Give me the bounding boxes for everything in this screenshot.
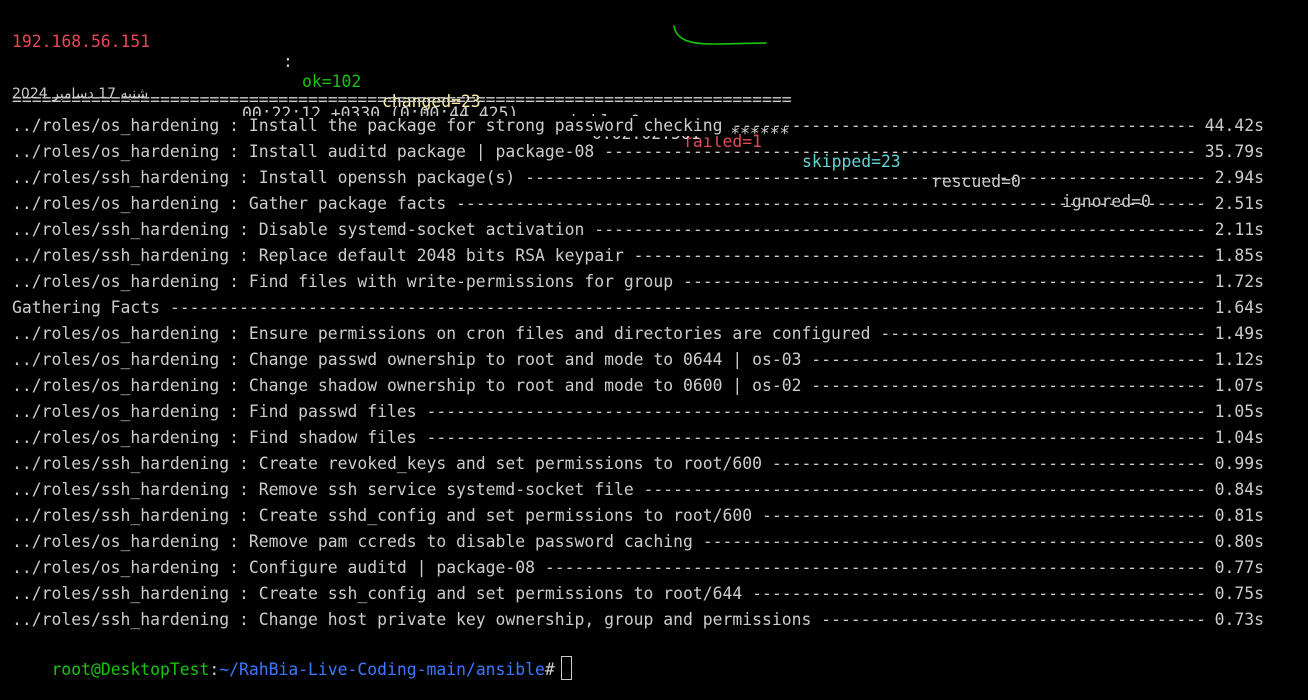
separator-line: ========================================… [12,90,792,109]
task-duration: 1.04s [1204,428,1264,448]
prompt-symbol: # [544,660,555,679]
table-row: ----------------------------------------… [12,558,1264,578]
table-row: ----------------------------------------… [12,584,1264,604]
table-row: ----------------------------------------… [12,402,1264,422]
annotation-underline [673,25,767,45]
task-name: ../roles/os_hardening : Install auditd p… [12,142,605,162]
table-row: ----------------------------------------… [12,298,1264,318]
task-duration: 0.81s [1204,506,1264,526]
table-row: ----------------------------------------… [12,376,1264,396]
task-duration: 0.73s [1204,610,1264,630]
task-name: ../roles/os_hardening : Install the pack… [12,116,733,136]
task-name: Gathering Facts [12,298,170,318]
shell-prompt[interactable]: root@DesktopTest:~/RahBia-Live-Coding-ma… [12,636,572,680]
prompt-user-host: root@DesktopTest [51,660,210,679]
prompt-colon: : [209,660,220,679]
task-duration: 1.05s [1204,402,1264,422]
timing-line: شنبه 17 دسامبر 2024 00:22:12 +0330 (0:00… [12,64,1212,143]
table-row: ----------------------------------------… [12,532,1264,552]
task-duration: 0.75s [1204,584,1264,604]
table-row: ----------------------------------------… [12,428,1264,448]
table-row: ----------------------------------------… [12,480,1264,500]
task-duration: 35.79s [1194,142,1264,162]
task-name: ../roles/ssh_hardening : Create revoked_… [12,454,772,474]
table-row: ----------------------------------------… [12,142,1264,162]
task-duration: 1.85s [1204,246,1264,266]
table-row: ----------------------------------------… [12,506,1264,526]
table-row: ----------------------------------------… [12,220,1264,240]
table-row: ----------------------------------------… [12,246,1264,266]
task-name: ../roles/os_hardening : Gather package f… [12,194,457,214]
task-duration: 1.64s [1204,298,1264,318]
task-name: ../roles/os_hardening : Find files with … [12,272,684,292]
text-cursor[interactable] [560,656,572,680]
task-duration: 0.80s [1204,532,1264,552]
task-duration: 2.11s [1204,220,1264,240]
task-name: ../roles/ssh_hardening : Replace default… [12,246,634,266]
task-name: ../roles/os_hardening : Ensure permissio… [12,324,881,344]
dash-leader: ----------------------------------------… [12,298,1264,317]
play-recap-line: 192.168.56.151 : ok=102 changed=23 unrea… [12,12,1212,211]
task-name: ../roles/ssh_hardening : Disable systemd… [12,220,595,240]
table-row: ----------------------------------------… [12,116,1264,136]
task-duration: 1.12s [1204,350,1264,370]
task-duration: 1.49s [1204,324,1264,344]
task-duration: 0.77s [1204,558,1264,578]
prompt-path: ~/RahBia-Live-Coding-main/ansible [219,660,545,679]
table-row: ----------------------------------------… [12,168,1264,188]
table-row: ----------------------------------------… [12,350,1264,370]
table-row: ----------------------------------------… [12,272,1264,292]
task-name: ../roles/os_hardening : Change shadow ow… [12,376,812,396]
table-row: ----------------------------------------… [12,324,1264,344]
task-duration: 2.51s [1204,194,1264,214]
task-duration: 1.07s [1204,376,1264,396]
task-name: ../roles/ssh_hardening : Create sshd_con… [12,506,762,526]
task-name: ../roles/os_hardening : Configure auditd… [12,558,545,578]
task-name: ../roles/ssh_hardening : Change host pri… [12,610,822,630]
task-name: ../roles/os_hardening : Find shadow file… [12,428,427,448]
task-name: ../roles/ssh_hardening : Create ssh_conf… [12,584,753,604]
task-duration: 0.99s [1204,454,1264,474]
terminal-window[interactable]: 192.168.56.151 : ok=102 changed=23 unrea… [0,0,1308,680]
task-name: ../roles/os_hardening : Find passwd file… [12,402,427,422]
table-row: ----------------------------------------… [12,454,1264,474]
task-duration: 44.42s [1194,116,1264,136]
task-name: ../roles/os_hardening : Remove pam ccred… [12,532,703,552]
recap-host: 192.168.56.151 [12,32,151,51]
task-duration: 0.84s [1204,480,1264,500]
task-duration: 2.94s [1204,168,1264,188]
task-name: ../roles/ssh_hardening : Install openssh… [12,168,526,188]
table-row: ----------------------------------------… [12,610,1264,630]
task-duration: 1.72s [1204,272,1264,292]
task-name: ../roles/os_hardening : Change passwd ow… [12,350,812,370]
task-name: ../roles/ssh_hardening : Remove ssh serv… [12,480,644,500]
table-row: ----------------------------------------… [12,194,1264,214]
